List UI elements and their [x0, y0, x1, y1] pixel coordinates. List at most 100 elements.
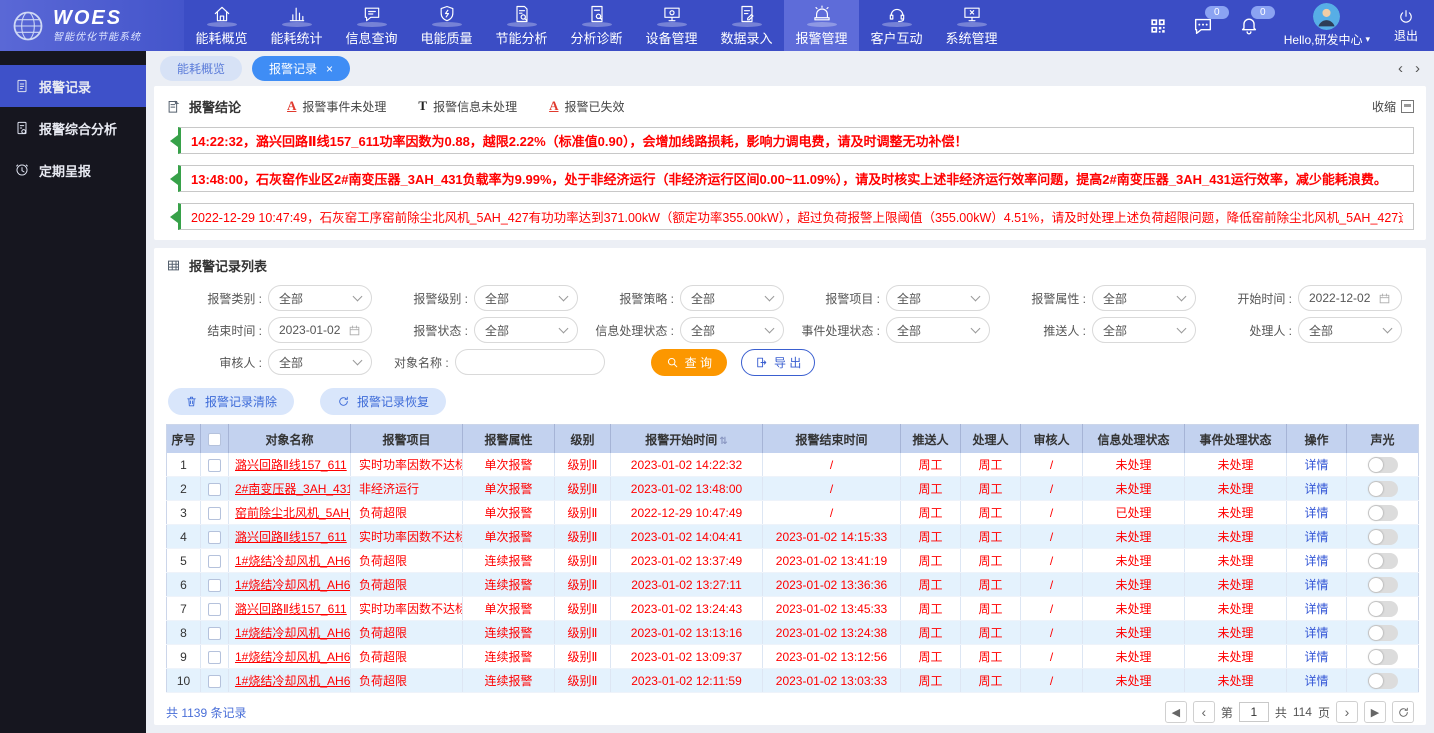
object-name-link[interactable]: 潞兴回路Ⅱ线157_611	[235, 602, 347, 616]
object-name-link[interactable]: 2#南变压器_3AH_431	[235, 482, 351, 496]
sound-light-toggle[interactable]	[1368, 505, 1398, 521]
messages-button[interactable]: 0	[1192, 15, 1214, 37]
row-checkbox[interactable]	[208, 531, 221, 544]
row-checkbox[interactable]	[208, 459, 221, 472]
filter-control[interactable]: 全部	[680, 285, 784, 311]
main-menu-item[interactable]: 报警管理	[784, 0, 859, 51]
detail-link[interactable]: 详情	[1304, 554, 1328, 568]
filter-control[interactable]: 全部	[1092, 285, 1196, 311]
alarm-item-cell: 实时功率因数不达标	[351, 597, 463, 621]
filter-control[interactable]: 全部	[474, 317, 578, 343]
main-menu-item[interactable]: 能耗概览	[184, 0, 259, 51]
sidebar-item[interactable]: 报警综合分析	[0, 107, 146, 149]
main-menu-item[interactable]: 信息查询	[334, 0, 409, 51]
header-handler: 处理人	[961, 425, 1021, 454]
filter-control[interactable]: 全部	[474, 285, 578, 311]
event-status-cell: 未处理	[1185, 549, 1287, 573]
filter-control[interactable]: 全部	[886, 285, 990, 311]
object-name-link[interactable]: 1#烧结冷却风机_AH6_...	[235, 626, 351, 640]
sound-light-toggle[interactable]	[1368, 625, 1398, 641]
conclusion-filter-link[interactable]: A 报警事件未处理	[287, 98, 386, 115]
object-name-link[interactable]: 1#烧结冷却风机_AH6_...	[235, 554, 351, 568]
object-name-link[interactable]: 1#烧结冷却风机_AH6_...	[235, 674, 351, 688]
main-menu-item[interactable]: 客户互动	[859, 0, 934, 51]
detail-link[interactable]: 详情	[1304, 674, 1328, 688]
filter-control[interactable]: 全部	[268, 349, 372, 375]
object-name-link[interactable]: 1#烧结冷却风机_AH6_...	[235, 578, 351, 592]
user-menu[interactable]: Hello,研发中心 ▾	[1284, 3, 1370, 48]
filter-control[interactable]: 全部	[680, 317, 784, 343]
conclusion-filter-link[interactable]: T 报警信息未处理	[418, 98, 517, 115]
filter-control[interactable]: 全部	[268, 285, 372, 311]
logout-button[interactable]: 退出	[1394, 8, 1418, 44]
sort-icon[interactable]: ⇅	[719, 436, 727, 447]
last-page-button[interactable]: ▶	[1364, 701, 1386, 723]
filter-control[interactable]: 全部	[886, 317, 990, 343]
row-checkbox[interactable]	[208, 603, 221, 616]
filter-control[interactable]: 2022-12-02	[1298, 285, 1402, 311]
tab-scroll-right-icon[interactable]: ›	[1415, 61, 1420, 76]
sound-light-toggle[interactable]	[1368, 673, 1398, 689]
sidebar-item[interactable]: 定期呈报	[0, 149, 146, 191]
sidebar-item[interactable]: 报警记录	[0, 65, 146, 107]
main-menu-item[interactable]: 节能分析	[484, 0, 559, 51]
main-menu-item[interactable]: 数据录入	[709, 0, 784, 51]
sound-light-toggle[interactable]	[1368, 529, 1398, 545]
sound-light-toggle[interactable]	[1368, 577, 1398, 593]
filter-control[interactable]	[455, 349, 605, 375]
clear-records-button[interactable]: 报警记录清除	[168, 388, 294, 415]
collapse-button[interactable]: 收缩	[1372, 98, 1414, 115]
object-name-link[interactable]: 潞兴回路Ⅱ线157_611	[235, 458, 347, 472]
first-page-button[interactable]: ◀	[1165, 701, 1187, 723]
main-menu-item[interactable]: 系统管理	[934, 0, 1009, 51]
detail-link[interactable]: 详情	[1304, 602, 1328, 616]
row-checkbox[interactable]	[208, 675, 221, 688]
sound-light-toggle[interactable]	[1368, 601, 1398, 617]
detail-link[interactable]: 详情	[1304, 458, 1328, 472]
row-checkbox[interactable]	[208, 579, 221, 592]
search-button[interactable]: 查 询	[651, 349, 727, 376]
refresh-button[interactable]	[1392, 701, 1414, 723]
filter-control[interactable]: 2023-01-02	[268, 317, 372, 343]
row-checkbox[interactable]	[208, 507, 221, 520]
header-start-time[interactable]: 报警开始时间⇅	[611, 425, 763, 454]
page-tab[interactable]: 能耗概览 ×	[160, 56, 242, 81]
tab-scroll-left-icon[interactable]: ‹	[1398, 61, 1403, 76]
detail-link[interactable]: 详情	[1304, 626, 1328, 640]
filter-control[interactable]: 全部	[1092, 317, 1196, 343]
restore-records-button[interactable]: 报警记录恢复	[320, 388, 446, 415]
row-checkbox[interactable]	[208, 651, 221, 664]
object-name-link[interactable]: 窑前除尘北风机_5AH_...	[235, 506, 351, 520]
page-input[interactable]	[1239, 702, 1269, 722]
row-checkbox[interactable]	[208, 555, 221, 568]
sound-light-toggle[interactable]	[1368, 457, 1398, 473]
detail-link[interactable]: 详情	[1304, 506, 1328, 520]
object-name-link[interactable]: 1#烧结冷却风机_AH6_...	[235, 650, 351, 664]
close-icon[interactable]: ×	[326, 63, 333, 75]
page-tab[interactable]: 报警记录 ×	[252, 56, 350, 81]
main-menu-item[interactable]: 分析诊断	[559, 0, 634, 51]
sound-light-toggle[interactable]	[1368, 553, 1398, 569]
main-menu-item[interactable]: 电能质量	[409, 0, 484, 51]
export-button[interactable]: 导 出	[741, 349, 815, 376]
sound-light-toggle[interactable]	[1368, 481, 1398, 497]
object-name-link[interactable]: 潞兴回路Ⅱ线157_611	[235, 530, 347, 544]
main-menu-item[interactable]: 能耗统计	[259, 0, 334, 51]
qr-code-icon[interactable]	[1148, 16, 1168, 36]
prev-page-button[interactable]: ‹	[1193, 701, 1215, 723]
select-all-checkbox[interactable]	[208, 433, 221, 446]
conclusion-filter-link[interactable]: A 报警已失效	[549, 98, 624, 115]
row-checkbox[interactable]	[208, 627, 221, 640]
detail-link[interactable]: 详情	[1304, 482, 1328, 496]
notifications-button[interactable]: 0	[1238, 15, 1260, 37]
detail-link[interactable]: 详情	[1304, 530, 1328, 544]
detail-link[interactable]: 详情	[1304, 578, 1328, 592]
app-name: WOES	[53, 8, 141, 28]
row-checkbox[interactable]	[208, 483, 221, 496]
sound-light-toggle[interactable]	[1368, 649, 1398, 665]
next-page-button[interactable]: ›	[1336, 701, 1358, 723]
filter-control[interactable]: 全部	[1298, 317, 1402, 343]
table-row: 1 潞兴回路Ⅱ线157_611 实时功率因数不达标 单次报警 级别Ⅱ 2023-…	[167, 453, 1419, 477]
main-menu-item[interactable]: 设备管理	[634, 0, 709, 51]
detail-link[interactable]: 详情	[1304, 650, 1328, 664]
